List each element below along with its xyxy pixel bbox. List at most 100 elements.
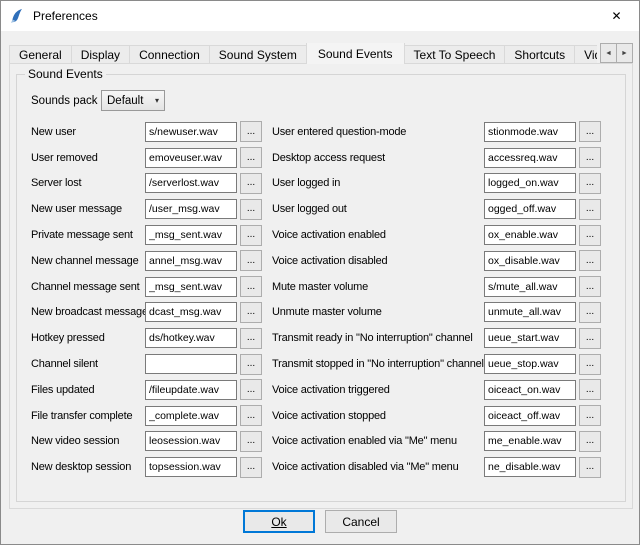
sound-event-label: Files updated <box>31 384 145 396</box>
sound-event-label: New channel message <box>31 255 145 267</box>
sound-file-input[interactable] <box>484 173 576 193</box>
sound-event-label: Unmute master volume <box>262 306 484 318</box>
sound-event-row: New desktop session ... Voice activation… <box>31 454 625 480</box>
sound-event-row: Channel silent ... Transmit stopped in "… <box>31 351 625 377</box>
browse-button[interactable]: ... <box>240 121 262 142</box>
sound-event-label: Voice activation stopped <box>262 410 484 422</box>
sound-event-label: New user message <box>31 203 145 215</box>
sound-file-input[interactable] <box>145 148 237 168</box>
ok-button-label: Ok <box>271 515 286 529</box>
tab-scroller: ◄ ► <box>601 43 633 63</box>
sound-file-input[interactable] <box>145 199 237 219</box>
sound-file-input[interactable] <box>145 251 237 271</box>
sound-event-label: Desktop access request <box>262 152 484 164</box>
sound-file-input[interactable] <box>484 199 576 219</box>
browse-button[interactable]: ... <box>240 379 262 400</box>
sound-event-row: New channel message ... Voice activation… <box>31 248 625 274</box>
sound-file-input[interactable] <box>484 148 576 168</box>
browse-button[interactable]: ... <box>240 147 262 168</box>
ok-button[interactable]: Ok <box>243 510 315 533</box>
tab-general[interactable]: General <box>9 45 72 64</box>
sound-event-label: New video session <box>31 435 145 447</box>
sound-event-label: Transmit ready in "No interruption" chan… <box>262 332 484 344</box>
browse-button[interactable]: ... <box>240 431 262 452</box>
sound-event-label: New user <box>31 126 145 138</box>
sound-file-input[interactable] <box>484 406 576 426</box>
browse-button[interactable]: ... <box>579 121 601 142</box>
browse-button[interactable]: ... <box>579 457 601 478</box>
browse-button[interactable]: ... <box>579 302 601 323</box>
cancel-button[interactable]: Cancel <box>325 510 397 533</box>
browse-button[interactable]: ... <box>579 147 601 168</box>
tab-shortcuts[interactable]: Shortcuts <box>504 45 575 64</box>
browse-button[interactable]: ... <box>579 173 601 194</box>
sound-file-input[interactable] <box>484 380 576 400</box>
sound-file-input[interactable] <box>484 225 576 245</box>
browse-button[interactable]: ... <box>579 379 601 400</box>
browse-button[interactable]: ... <box>579 276 601 297</box>
sound-event-label: New desktop session <box>31 461 145 473</box>
browse-button[interactable]: ... <box>579 199 601 220</box>
sound-event-label: Private message sent <box>31 229 145 241</box>
sound-event-label: Transmit stopped in "No interruption" ch… <box>262 358 484 370</box>
sound-file-input[interactable] <box>484 354 576 374</box>
sound-file-input[interactable] <box>484 122 576 142</box>
tab-scroll-left-button[interactable]: ◄ <box>600 43 617 63</box>
browse-button[interactable]: ... <box>240 328 262 349</box>
tab-video[interactable]: Video <box>574 45 597 64</box>
sounds-pack-select[interactable]: Default ▾ <box>101 90 165 111</box>
sound-file-input[interactable] <box>484 457 576 477</box>
sound-event-label: User removed <box>31 152 145 164</box>
arrow-right-icon: ► <box>621 50 628 57</box>
sound-file-input[interactable] <box>145 302 237 322</box>
sound-file-input[interactable] <box>145 173 237 193</box>
sound-event-row: New user message ... User logged out ... <box>31 196 625 222</box>
sound-event-row: Hotkey pressed ... Transmit ready in "No… <box>31 325 625 351</box>
cancel-button-label: Cancel <box>342 515 379 529</box>
sound-events-groupbox: Sound Events Sounds pack Default ▾ New u… <box>16 67 626 502</box>
browse-button[interactable]: ... <box>579 354 601 375</box>
browse-button[interactable]: ... <box>579 431 601 452</box>
browse-button[interactable]: ... <box>240 302 262 323</box>
sound-file-input[interactable] <box>145 225 237 245</box>
arrow-left-icon: ◄ <box>605 50 612 57</box>
browse-button[interactable]: ... <box>579 225 601 246</box>
sounds-pack-value: Default <box>107 95 143 107</box>
sound-event-label: Voice activation disabled <box>262 255 484 267</box>
close-button[interactable]: ✕ <box>594 1 639 31</box>
sound-file-input[interactable] <box>484 302 576 322</box>
browse-button[interactable]: ... <box>240 276 262 297</box>
tab-display[interactable]: Display <box>71 45 130 64</box>
sound-file-input[interactable] <box>145 328 237 348</box>
browse-button[interactable]: ... <box>579 405 601 426</box>
tab-bar: GeneralDisplayConnectionSound SystemSoun… <box>9 43 633 64</box>
browse-button[interactable]: ... <box>240 250 262 271</box>
browse-button[interactable]: ... <box>240 199 262 220</box>
tab-sound-events[interactable]: Sound Events <box>306 43 405 64</box>
browse-button[interactable]: ... <box>240 225 262 246</box>
tab-connection[interactable]: Connection <box>129 45 210 64</box>
browse-button[interactable]: ... <box>240 354 262 375</box>
sound-file-input[interactable] <box>145 277 237 297</box>
sound-file-input[interactable] <box>484 431 576 451</box>
browse-button[interactable]: ... <box>240 405 262 426</box>
sound-file-input[interactable] <box>145 457 237 477</box>
browse-button[interactable]: ... <box>579 328 601 349</box>
sound-file-input[interactable] <box>484 328 576 348</box>
sound-file-input[interactable] <box>145 431 237 451</box>
sound-file-input[interactable] <box>484 277 576 297</box>
sound-file-input[interactable] <box>145 380 237 400</box>
sound-event-row: Files updated ... Voice activation trigg… <box>31 377 625 403</box>
tab-text-to-speech[interactable]: Text To Speech <box>404 45 506 64</box>
browse-button[interactable]: ... <box>240 173 262 194</box>
sound-file-input[interactable] <box>145 354 237 374</box>
tab-scroll-right-button[interactable]: ► <box>616 43 633 63</box>
sound-file-input[interactable] <box>145 122 237 142</box>
sound-event-row: Private message sent ... Voice activatio… <box>31 222 625 248</box>
browse-button[interactable]: ... <box>579 250 601 271</box>
tab-sound-system[interactable]: Sound System <box>209 45 307 64</box>
sound-file-input[interactable] <box>145 406 237 426</box>
browse-button[interactable]: ... <box>240 457 262 478</box>
sounds-pack-row: Sounds pack Default ▾ <box>31 90 625 111</box>
sound-file-input[interactable] <box>484 251 576 271</box>
